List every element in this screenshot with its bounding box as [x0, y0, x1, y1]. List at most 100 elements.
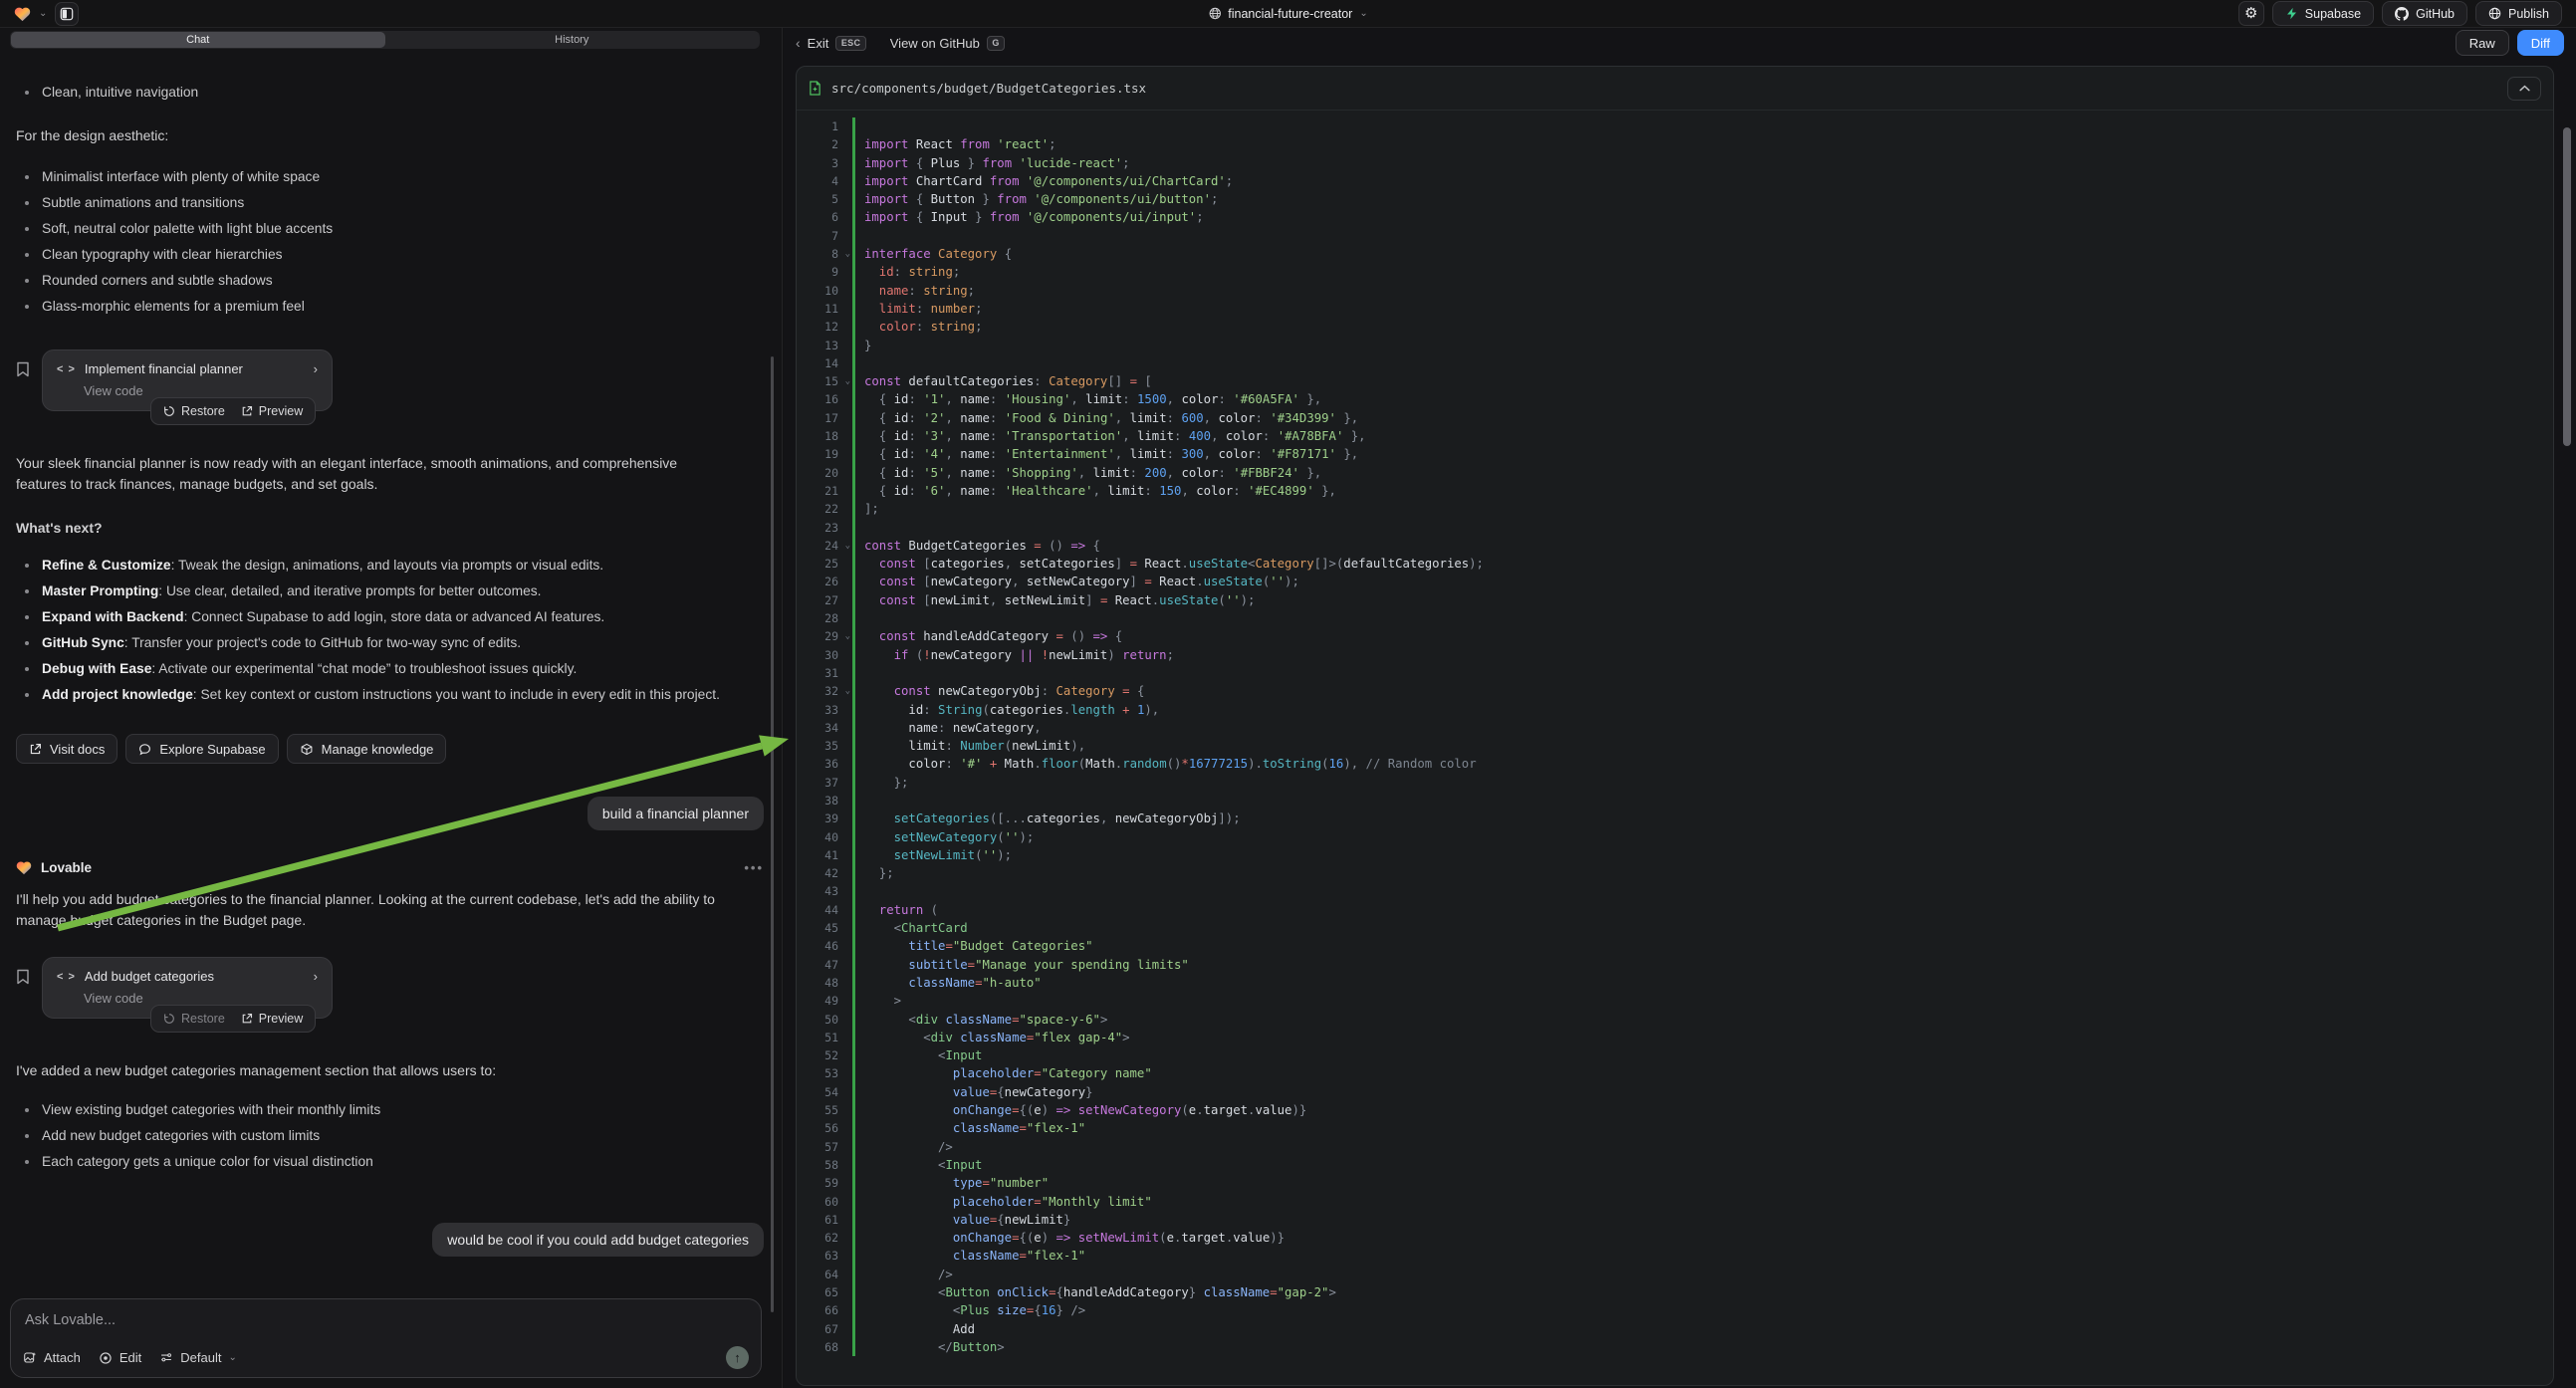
diff-added-bar: [852, 937, 855, 955]
version-card-add-budget-categories[interactable]: < > Add budget categories › View code Re…: [42, 957, 333, 1019]
code-line: 49 >: [797, 992, 2553, 1010]
code-text: const [categories, setCategories] = Reac…: [855, 555, 1484, 573]
fold-chevron-icon[interactable]: ⌄: [845, 372, 850, 390]
file-header[interactable]: src/components/budget/BudgetCategories.t…: [797, 67, 2553, 111]
view-code-link[interactable]: View code: [84, 383, 318, 398]
supabase-button[interactable]: Supabase: [2272, 1, 2374, 26]
code-text: />: [855, 1138, 953, 1156]
code-line: 25 const [categories, setCategories] = R…: [797, 555, 2553, 573]
list-item: Glass-morphic elements for a premium fee…: [16, 294, 764, 320]
collapse-file-button[interactable]: [2507, 77, 2541, 101]
code-text: <Plus size={16} />: [855, 1301, 1085, 1319]
edit-mode-button[interactable]: Edit: [99, 1350, 141, 1365]
fold-chevron-icon[interactable]: ⌄: [845, 627, 850, 645]
line-number: 38: [797, 792, 838, 810]
code-line: 30 if (!newCategory || !newLimit) return…: [797, 646, 2553, 664]
code-text: const [newLimit, setNewLimit] = React.us…: [855, 591, 1255, 609]
diff-added-bar: [852, 1101, 855, 1119]
code-text: className="h-auto": [855, 974, 1042, 992]
diff-added-bar: [852, 282, 855, 300]
diff-added-bar: [852, 154, 855, 172]
preview-button[interactable]: Preview: [241, 404, 303, 418]
line-number: 28: [797, 609, 838, 627]
diff-added-bar: [852, 1247, 855, 1265]
chat-message-list[interactable]: Clean, intuitive navigation For the desi…: [0, 50, 782, 1292]
chevron-down-icon[interactable]: ⌄: [39, 8, 47, 19]
code-text: };: [855, 774, 908, 792]
fold-chevron-icon[interactable]: ⌄: [845, 682, 850, 700]
manage-knowledge-button[interactable]: Manage knowledge: [287, 734, 447, 764]
code-line: 66 <Plus size={16} />: [797, 1301, 2553, 1319]
view-code-link[interactable]: View code: [84, 991, 318, 1006]
line-number: 30: [797, 646, 838, 664]
publish-button[interactable]: Publish: [2475, 1, 2562, 26]
line-number: 53: [797, 1064, 838, 1082]
line-number: 1: [797, 117, 838, 135]
tab-history[interactable]: History: [385, 32, 760, 48]
explore-supabase-button[interactable]: Explore Supabase: [125, 734, 278, 764]
bookmark-icon[interactable]: [16, 969, 30, 988]
view-on-github-button[interactable]: View on GitHub G: [890, 36, 1005, 51]
code-text: className="flex-1": [855, 1119, 1085, 1137]
diff-added-bar: [852, 737, 855, 755]
code-line: 46 title="Budget Categories": [797, 937, 2553, 955]
diff-toggle-button[interactable]: Diff: [2517, 30, 2564, 56]
model-selector[interactable]: Default ⌄: [159, 1350, 237, 1365]
exit-button[interactable]: ‹ Exit ESC: [796, 35, 866, 51]
fold-chevron-icon[interactable]: ⌄: [845, 245, 850, 263]
chat-input[interactable]: [25, 1312, 747, 1328]
restore-button[interactable]: Restore: [163, 404, 225, 418]
code-text: [855, 227, 864, 245]
send-button[interactable]: ↑: [726, 1346, 749, 1369]
chat-scrollbar[interactable]: [771, 356, 774, 1312]
chat-history-tabs: Chat History: [10, 31, 760, 49]
list-item: Debug with Ease: Activate our experiment…: [16, 656, 743, 682]
list-item: Clean typography with clear hierarchies: [16, 242, 764, 268]
top-bar: ⌄ financial-future-creator ⌄ ⚙ Supabase …: [0, 0, 2576, 28]
esc-key-badge: ESC: [835, 36, 865, 51]
code-text: id: String(categories.length + 1),: [855, 701, 1159, 719]
code-text: onChange={(e) => setNewLimit(e.target.va…: [855, 1229, 1285, 1247]
diff-added-bar: [852, 573, 855, 590]
code-text: subtitle="Manage your spending limits": [855, 956, 1189, 974]
diff-added-bar: [852, 846, 855, 864]
fold-chevron-icon[interactable]: ⌄: [845, 537, 850, 555]
tab-chat[interactable]: Chat: [11, 32, 385, 48]
message-menu-button[interactable]: •••: [744, 860, 764, 875]
chevron-up-icon: [2519, 85, 2530, 92]
file-added-icon: [809, 81, 821, 96]
diff-added-bar: [852, 1119, 855, 1137]
code-line: 27 const [newLimit, setNewLimit] = React…: [797, 591, 2553, 609]
toggle-sidebar-button[interactable]: [55, 2, 79, 26]
code-line: 29⌄ const handleAddCategory = () => {: [797, 627, 2553, 645]
settings-button[interactable]: ⚙: [2238, 1, 2264, 26]
line-number: 40: [797, 828, 838, 846]
project-switcher[interactable]: financial-future-creator ⌄: [1208, 7, 1367, 21]
code-line: 33 id: String(categories.length + 1),: [797, 701, 2553, 719]
visit-docs-button[interactable]: Visit docs: [16, 734, 117, 764]
lovable-logo-icon[interactable]: [14, 6, 31, 22]
chevron-down-icon: ⌄: [228, 1352, 236, 1363]
line-number: 18: [797, 427, 838, 445]
line-number: 44: [797, 901, 838, 919]
code-line: 1: [797, 117, 2553, 135]
user-message-bubble: would be cool if you could add budget ca…: [432, 1223, 764, 1257]
code-viewer[interactable]: 12import React from 'react';3import { Pl…: [797, 112, 2553, 1385]
code-text: [855, 664, 864, 682]
restore-button[interactable]: Restore: [163, 1012, 225, 1026]
code-text: Add: [855, 1320, 975, 1338]
version-card-implement-financial-planner[interactable]: < > Implement financial planner › View c…: [42, 349, 333, 411]
code-text: [855, 354, 864, 372]
code-line: 3import { Plus } from 'lucide-react';: [797, 154, 2553, 172]
github-button[interactable]: GitHub: [2382, 1, 2467, 26]
preview-button[interactable]: Preview: [241, 1012, 303, 1026]
code-text: { id: '1', name: 'Housing', limit: 1500,…: [855, 390, 1321, 408]
bookmark-icon[interactable]: [16, 361, 30, 380]
code-text: ];: [855, 500, 879, 518]
diff-added-bar: [852, 135, 855, 153]
diff-added-bar: [852, 646, 855, 664]
raw-toggle-button[interactable]: Raw: [2456, 30, 2509, 56]
diff-added-bar: [852, 464, 855, 482]
code-scrollbar[interactable]: [2563, 127, 2571, 446]
attach-button[interactable]: Attach: [23, 1350, 81, 1365]
